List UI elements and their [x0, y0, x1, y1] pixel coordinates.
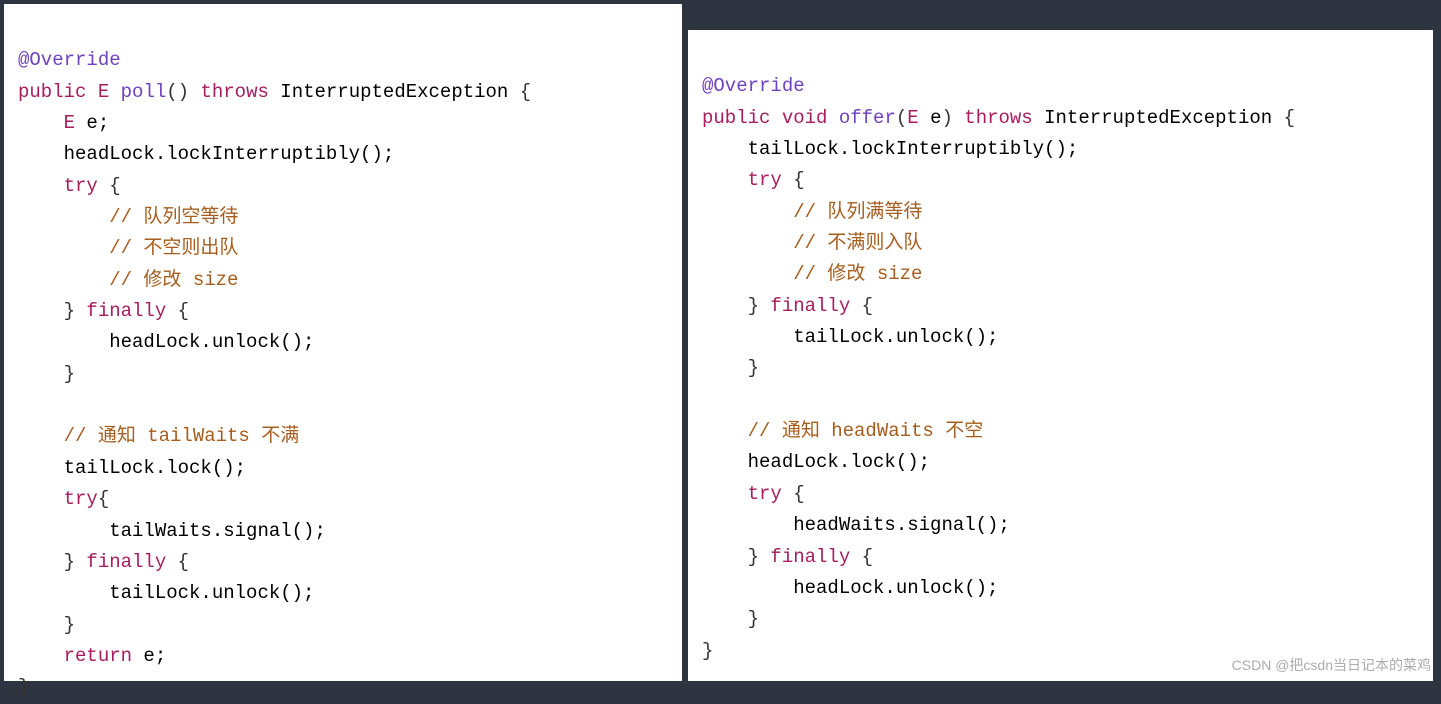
kw-throws: throws: [964, 107, 1032, 129]
comment-notify-head: // 通知 headWaits 不空: [748, 420, 984, 442]
indent: [702, 232, 793, 254]
stmt-headunlock: headLock.unlock();: [702, 577, 998, 599]
brace-close: }: [18, 551, 86, 573]
comment-size: // 修改 size: [109, 269, 238, 291]
stmt-taillock: tailLock.lock();: [18, 457, 246, 479]
indent: [18, 645, 64, 667]
paren-close: ): [941, 107, 952, 129]
brace-close: }: [18, 614, 75, 636]
indent: [18, 112, 64, 134]
kw-throws: throws: [200, 81, 268, 103]
kw-try: try: [748, 483, 782, 505]
brace-close: }: [702, 357, 759, 379]
indent: [18, 488, 64, 510]
brace-close: }: [702, 608, 759, 630]
kw-try: try: [748, 169, 782, 191]
brace: {: [166, 551, 189, 573]
kw-void: void: [782, 107, 828, 129]
indent: [18, 269, 109, 291]
brace: {: [850, 546, 873, 568]
kw-finally: finally: [86, 300, 166, 322]
brace-open: {: [1272, 107, 1295, 129]
code-panel-offer: @Override public void offer(E e) throws …: [688, 30, 1433, 681]
parens: (): [166, 81, 189, 103]
watermark-text: CSDN @把csdn当日记本的菜鸡: [1232, 654, 1431, 677]
brace-open: {: [508, 81, 531, 103]
kw-finally: finally: [770, 546, 850, 568]
brace: {: [98, 175, 121, 197]
stmt-tailunlock: tailLock.unlock();: [18, 582, 314, 604]
comment-size: // 修改 size: [793, 263, 922, 285]
stmt-lock: headLock.lockInterruptibly();: [18, 143, 394, 165]
stmt-unlock: headLock.unlock();: [18, 331, 314, 353]
brace-close: }: [702, 295, 770, 317]
comment-dequeue: // 不空则出队: [109, 237, 238, 259]
stmt-taillock: tailLock.lockInterruptibly();: [702, 138, 1078, 160]
paren-open: (: [896, 107, 907, 129]
stmt-tailunlock: tailLock.unlock();: [702, 326, 998, 348]
indent: [702, 201, 793, 223]
annotation-override: @Override: [702, 75, 805, 97]
method-name-offer: offer: [839, 107, 896, 129]
comment-notify-tail: // 通知 tailWaits 不满: [64, 425, 300, 447]
kw-finally: finally: [770, 295, 850, 317]
brace-close: }: [702, 546, 770, 568]
kw-try: try: [64, 175, 98, 197]
param-type: E: [907, 107, 918, 129]
method-name-poll: poll: [121, 81, 167, 103]
stmt-signal: headWaits.signal();: [702, 514, 1010, 536]
exception-type: InterruptedException: [280, 81, 508, 103]
indent: [18, 237, 109, 259]
comment-empty-wait: // 队列空等待: [109, 206, 238, 228]
brace: {: [782, 483, 805, 505]
brace: {: [166, 300, 189, 322]
kw-finally: finally: [86, 551, 166, 573]
param-name: e: [919, 107, 942, 129]
exception-type: InterruptedException: [1044, 107, 1272, 129]
comment-full-wait: // 队列满等待: [793, 201, 922, 223]
kw-try: try: [64, 488, 98, 510]
indent: [18, 425, 64, 447]
brace: {: [850, 295, 873, 317]
var-decl: e;: [75, 112, 109, 134]
indent: [702, 420, 748, 442]
annotation-override: @Override: [18, 49, 121, 71]
code-panel-poll: @Override public E poll() throws Interru…: [4, 4, 682, 681]
stmt-signal: tailWaits.signal();: [18, 520, 326, 542]
brace-close: }: [18, 300, 86, 322]
stmt-headlock: headLock.lock();: [702, 451, 930, 473]
indent: [702, 263, 793, 285]
brace-close: }: [18, 363, 75, 385]
indent: [702, 483, 748, 505]
brace: {: [98, 488, 109, 510]
indent: [18, 175, 64, 197]
kw-public: public: [18, 81, 86, 103]
comment-enqueue: // 不满则入队: [793, 232, 922, 254]
brace-close-method: }: [18, 676, 29, 698]
brace-close-method: }: [702, 640, 713, 662]
return-type: E: [98, 81, 109, 103]
kw-public: public: [702, 107, 770, 129]
kw-return: return: [64, 645, 132, 667]
indent: [18, 206, 109, 228]
var-type: E: [64, 112, 75, 134]
brace: {: [782, 169, 805, 191]
return-var: e;: [132, 645, 166, 667]
indent: [702, 169, 748, 191]
